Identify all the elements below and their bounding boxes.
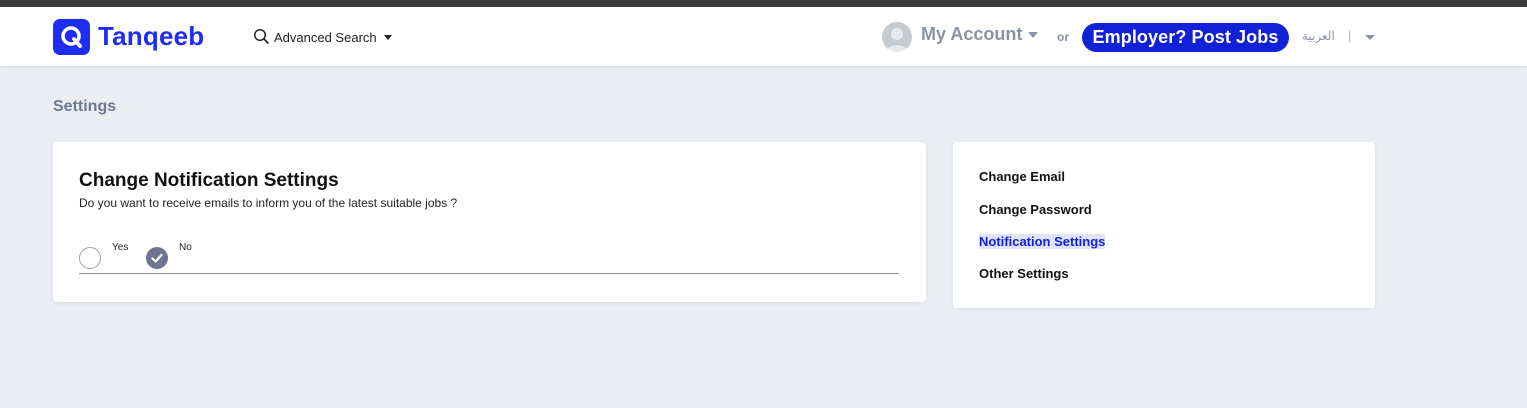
- notification-settings-card: Change Notification Settings Do you want…: [53, 142, 926, 302]
- language-switch-link[interactable]: العربية: [1302, 29, 1335, 43]
- avatar[interactable]: [882, 22, 912, 52]
- top-window-strip: [0, 0, 1527, 7]
- my-account-label: My Account: [921, 24, 1023, 44]
- menu-item-other-settings[interactable]: Other Settings: [979, 266, 1069, 281]
- card-question: Do you want to receive emails to inform …: [79, 196, 458, 210]
- radio-no-label[interactable]: No: [179, 242, 192, 253]
- menu-item-change-email[interactable]: Change Email: [979, 169, 1065, 184]
- search-icon: [253, 28, 269, 47]
- chevron-down-icon: [1028, 31, 1039, 38]
- logo-text[interactable]: Tanqeeb: [98, 20, 204, 52]
- chevron-down-icon: [383, 34, 392, 40]
- menu-item-notification-settings[interactable]: Notification Settings: [979, 234, 1106, 249]
- chevron-down-icon[interactable]: [1365, 35, 1375, 40]
- logo-q-icon[interactable]: [53, 19, 90, 55]
- or-label: or: [1057, 30, 1069, 44]
- my-account-menu[interactable]: My Account: [921, 24, 1039, 45]
- radio-no[interactable]: [146, 247, 168, 269]
- menu-item-change-password[interactable]: Change Password: [979, 202, 1092, 217]
- card-title: Change Notification Settings: [79, 170, 339, 191]
- check-icon: [151, 253, 163, 263]
- radio-yes[interactable]: [79, 247, 101, 269]
- radio-yes-label[interactable]: Yes: [112, 242, 128, 253]
- language-separator: |: [1348, 28, 1352, 43]
- page-title: Settings: [53, 98, 117, 115]
- advanced-search-button[interactable]: Advanced Search: [253, 27, 392, 47]
- divider: [79, 273, 899, 274]
- advanced-search-label: Advanced Search: [274, 29, 377, 45]
- settings-menu: Change Email Change Password Notificatio…: [953, 142, 1375, 308]
- site-header: Tanqeeb Advanced Search My Account or Em…: [0, 7, 1527, 66]
- post-jobs-button[interactable]: Employer? Post Jobs: [1082, 23, 1289, 52]
